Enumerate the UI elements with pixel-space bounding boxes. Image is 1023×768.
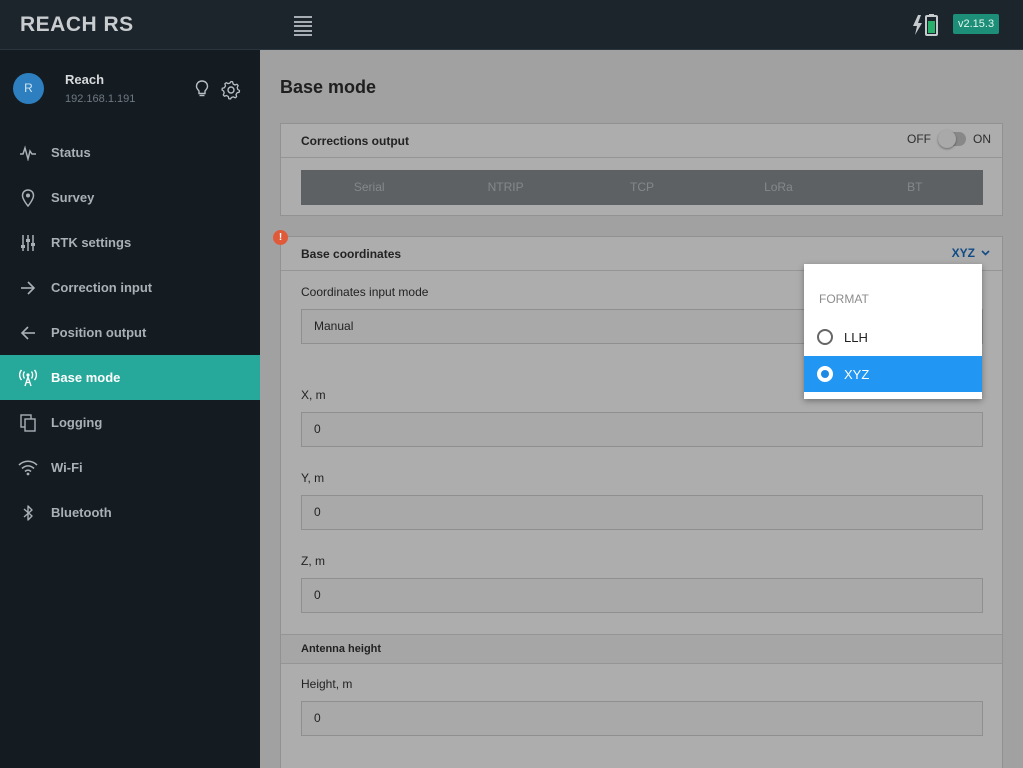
- sidebar-item-status[interactable]: Status: [0, 130, 260, 175]
- sidebar-item-label: Status: [51, 145, 91, 160]
- antenna-icon: [18, 368, 38, 388]
- sidebar-item-label: RTK settings: [51, 235, 132, 250]
- lightbulb-icon[interactable]: [194, 80, 210, 98]
- arrow-left-icon: [18, 323, 38, 343]
- sidebar-item-label: Position output: [51, 325, 147, 340]
- device-name: Reach: [65, 72, 105, 87]
- sidebar-item-wifi[interactable]: Wi-Fi: [0, 445, 260, 490]
- battery-charging-icon: [913, 14, 938, 36]
- sidebar-nav: Status Survey RTK settings Correction in…: [0, 130, 260, 535]
- modal-backdrop[interactable]: [260, 50, 1023, 768]
- format-menu-header: FORMAT: [819, 292, 869, 306]
- version-badge: v2.15.3: [953, 14, 1000, 34]
- device-ip: 192.168.1.191: [65, 93, 136, 105]
- sidebar-item-label: Base mode: [51, 370, 121, 385]
- app-logo: REACH RS: [20, 13, 134, 36]
- wifi-icon: [18, 458, 38, 478]
- sidebar-item-base-mode[interactable]: Base mode: [0, 355, 260, 400]
- radio-unchecked-icon: [817, 329, 833, 345]
- bluetooth-icon: [18, 503, 38, 523]
- location-pin-icon: [18, 188, 38, 208]
- sidebar-item-label: Wi-Fi: [51, 460, 83, 475]
- pulse-icon: [18, 143, 38, 163]
- format-menu: FORMAT LLH XYZ: [804, 264, 982, 399]
- top-bar: REACH RS v2.15.3: [0, 0, 1023, 50]
- radio-checked-icon: [817, 366, 833, 382]
- sidebar-item-label: Logging: [51, 415, 103, 430]
- format-option-xyz[interactable]: XYZ: [804, 356, 982, 392]
- format-option-llh[interactable]: LLH: [804, 319, 982, 355]
- warning-badge: !: [273, 230, 288, 245]
- sliders-icon: [18, 233, 38, 253]
- avatar: R: [13, 73, 44, 104]
- sidebar-item-rtk-settings[interactable]: RTK settings: [0, 220, 260, 265]
- gear-icon[interactable]: [221, 80, 241, 100]
- option-label: XYZ: [844, 367, 870, 382]
- menu-icon[interactable]: [294, 16, 312, 36]
- sidebar-item-bluetooth[interactable]: Bluetooth: [0, 490, 260, 535]
- sidebar: R Reach 192.168.1.191 Status Survey RTK …: [0, 50, 260, 768]
- device-info: R Reach 192.168.1.191: [13, 72, 248, 112]
- sidebar-item-position-output[interactable]: Position output: [0, 310, 260, 355]
- sidebar-item-label: Bluetooth: [51, 505, 112, 520]
- sidebar-item-correction-input[interactable]: Correction input: [0, 265, 260, 310]
- arrow-right-icon: [18, 278, 38, 298]
- files-icon: [18, 413, 38, 433]
- option-label: LLH: [844, 330, 868, 345]
- sidebar-item-label: Survey: [51, 190, 95, 205]
- sidebar-item-logging[interactable]: Logging: [0, 400, 260, 445]
- sidebar-item-label: Correction input: [51, 280, 153, 295]
- sidebar-item-survey[interactable]: Survey: [0, 175, 260, 220]
